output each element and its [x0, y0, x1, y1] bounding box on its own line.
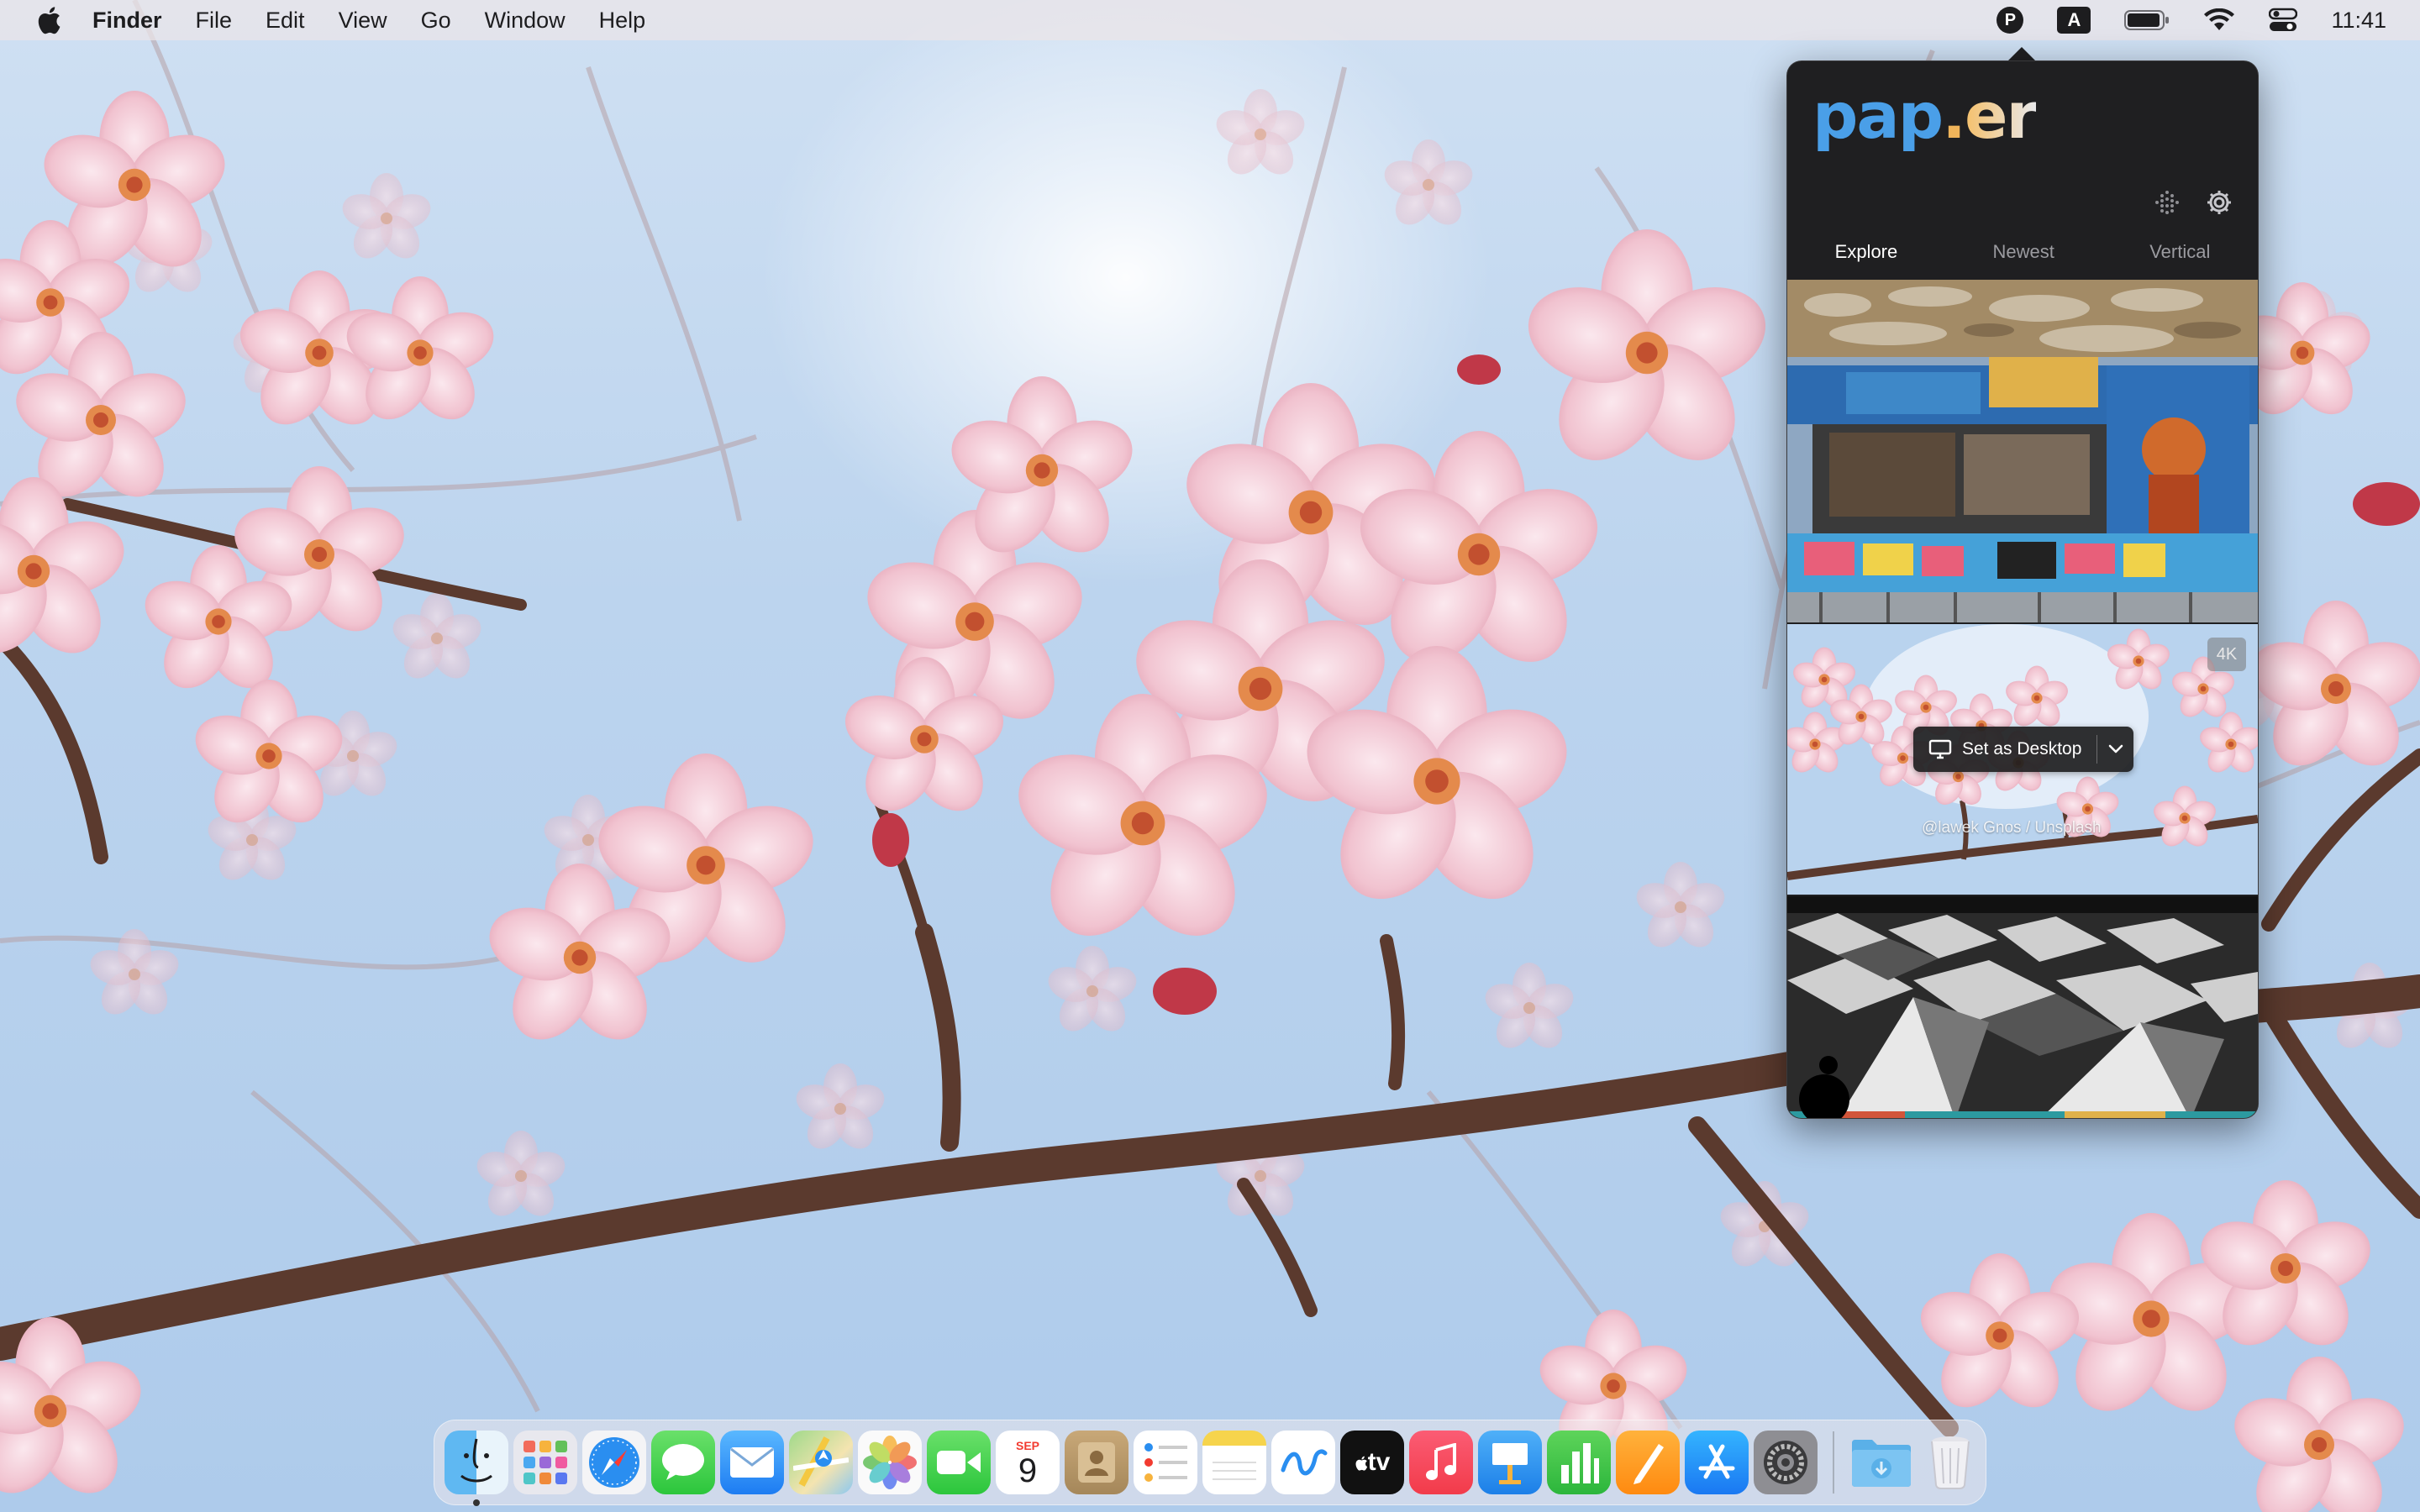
- photo-credit[interactable]: @lawek Gnos / Unsplash: [1922, 819, 2102, 837]
- downloads-folder-icon: [1852, 1440, 1911, 1487]
- app-store-icon: [1698, 1444, 1735, 1479]
- battery-icon[interactable]: [2124, 9, 2170, 31]
- dock-safari[interactable]: [582, 1431, 646, 1494]
- popover-header: pap.er: [1787, 61, 2258, 219]
- control-center-icon[interactable]: [2269, 8, 2298, 33]
- page-indicator-dot: [1819, 1056, 1838, 1074]
- menu-file[interactable]: File: [196, 8, 233, 34]
- sparkle-grid-icon[interactable]: [2150, 186, 2184, 219]
- dock-messages[interactable]: [651, 1431, 715, 1494]
- paper-logo: pap.er: [1812, 78, 2038, 153]
- finder-icon: [460, 1438, 492, 1483]
- gear-icon[interactable]: [2202, 186, 2236, 219]
- display-icon: [1928, 739, 1952, 759]
- wallpaper-thumbnail-cherry-blossom[interactable]: 4K Set as Desktop @lawek Gnos / Unsplash: [1787, 624, 2258, 895]
- dock-launchpad[interactable]: [513, 1431, 577, 1494]
- dock-notes[interactable]: [1202, 1431, 1266, 1494]
- tab-explore[interactable]: Explore: [1835, 229, 1898, 275]
- launchpad-icon: [523, 1441, 567, 1484]
- paper-menubar-icon[interactable]: P: [1996, 7, 2024, 34]
- paper-popover: pap.er Explore Newest Vertical 4K Set as…: [1786, 60, 2259, 1119]
- menu-go[interactable]: Go: [421, 8, 451, 34]
- keynote-icon: [1492, 1443, 1528, 1484]
- dock-tv[interactable]: tv: [1340, 1431, 1404, 1494]
- calendar-day: 9: [1018, 1452, 1038, 1489]
- dock-contacts[interactable]: [1065, 1431, 1128, 1494]
- set-as-desktop-button: Set as Desktop: [1913, 727, 2133, 772]
- menu-view[interactable]: View: [339, 8, 387, 34]
- dock-trash[interactable]: [1918, 1431, 1982, 1494]
- dock-maps[interactable]: [789, 1431, 853, 1494]
- contacts-icon: [1078, 1442, 1115, 1483]
- menu-edit[interactable]: Edit: [266, 8, 305, 34]
- menu-app-name[interactable]: Finder: [92, 8, 162, 34]
- freeform-icon: [1281, 1449, 1328, 1476]
- dock-finder[interactable]: [445, 1431, 508, 1506]
- apple-logo-icon[interactable]: [32, 6, 66, 34]
- reminders-icon: [1144, 1443, 1187, 1482]
- menubar-clock[interactable]: 11:41: [2331, 8, 2386, 34]
- calendar-month: SEP: [1015, 1439, 1039, 1452]
- maps-icon: [793, 1436, 849, 1487]
- page-indicator-dot: [1799, 1074, 1849, 1118]
- status-area: P A 11:41: [1996, 0, 2386, 40]
- dock-system-settings[interactable]: [1754, 1431, 1818, 1494]
- dock-photos[interactable]: [858, 1431, 922, 1494]
- dock-reminders[interactable]: [1134, 1431, 1197, 1494]
- running-indicator: [473, 1499, 480, 1506]
- wifi-icon[interactable]: [2203, 8, 2235, 32]
- settings-gear-icon: [1764, 1441, 1807, 1484]
- trash-icon: [1931, 1436, 1970, 1489]
- dock-downloads[interactable]: [1849, 1431, 1913, 1494]
- menu-bar: Finder File Edit View Go Window Help P A…: [0, 0, 2420, 40]
- dock-app-store[interactable]: [1685, 1431, 1749, 1494]
- pages-icon: [1634, 1444, 1664, 1484]
- wallpaper-thumbnail-food-truck[interactable]: [1787, 357, 2258, 622]
- wallpaper-gallery[interactable]: 4K Set as Desktop @lawek Gnos / Unsplash: [1787, 280, 2258, 1118]
- messages-icon: [662, 1444, 704, 1480]
- wallpaper-thumbnail-rocks[interactable]: [1787, 280, 2258, 357]
- set-as-desktop-action[interactable]: Set as Desktop: [1913, 727, 2096, 772]
- dock-calendar[interactable]: SEP 9: [996, 1431, 1060, 1494]
- music-note-icon: [1426, 1443, 1456, 1480]
- numbers-icon: [1561, 1443, 1599, 1483]
- dock-facetime[interactable]: [927, 1431, 991, 1494]
- photos-icon: [863, 1436, 917, 1489]
- dock-freeform[interactable]: [1271, 1431, 1335, 1494]
- dock-music[interactable]: [1409, 1431, 1473, 1494]
- dock-pages[interactable]: [1616, 1431, 1680, 1494]
- dock-mail[interactable]: [720, 1431, 784, 1494]
- tab-newest[interactable]: Newest: [1993, 229, 2054, 275]
- set-as-desktop-label: Set as Desktop: [1962, 739, 2082, 759]
- gallery-tabs: Explore Newest Vertical: [1787, 229, 2258, 275]
- dock: SEP 9 tv: [434, 1420, 1986, 1506]
- wallpaper-thumbnail-architecture[interactable]: [1787, 896, 2258, 1118]
- dock-keynote[interactable]: [1478, 1431, 1542, 1494]
- dock-numbers[interactable]: [1547, 1431, 1611, 1494]
- notes-icon: [1213, 1462, 1256, 1480]
- dock-separator: [1833, 1431, 1834, 1494]
- tab-vertical[interactable]: Vertical: [2149, 229, 2210, 275]
- resolution-badge: 4K: [2207, 638, 2246, 671]
- menu-help[interactable]: Help: [599, 8, 646, 34]
- apple-tv-icon: tv: [1355, 1448, 1390, 1477]
- input-source-icon[interactable]: A: [2057, 7, 2091, 34]
- safari-icon: [589, 1437, 639, 1488]
- chevron-down-icon[interactable]: [2097, 727, 2133, 772]
- mail-icon: [730, 1447, 774, 1478]
- facetime-icon: [937, 1451, 981, 1474]
- menu-window[interactable]: Window: [485, 8, 566, 34]
